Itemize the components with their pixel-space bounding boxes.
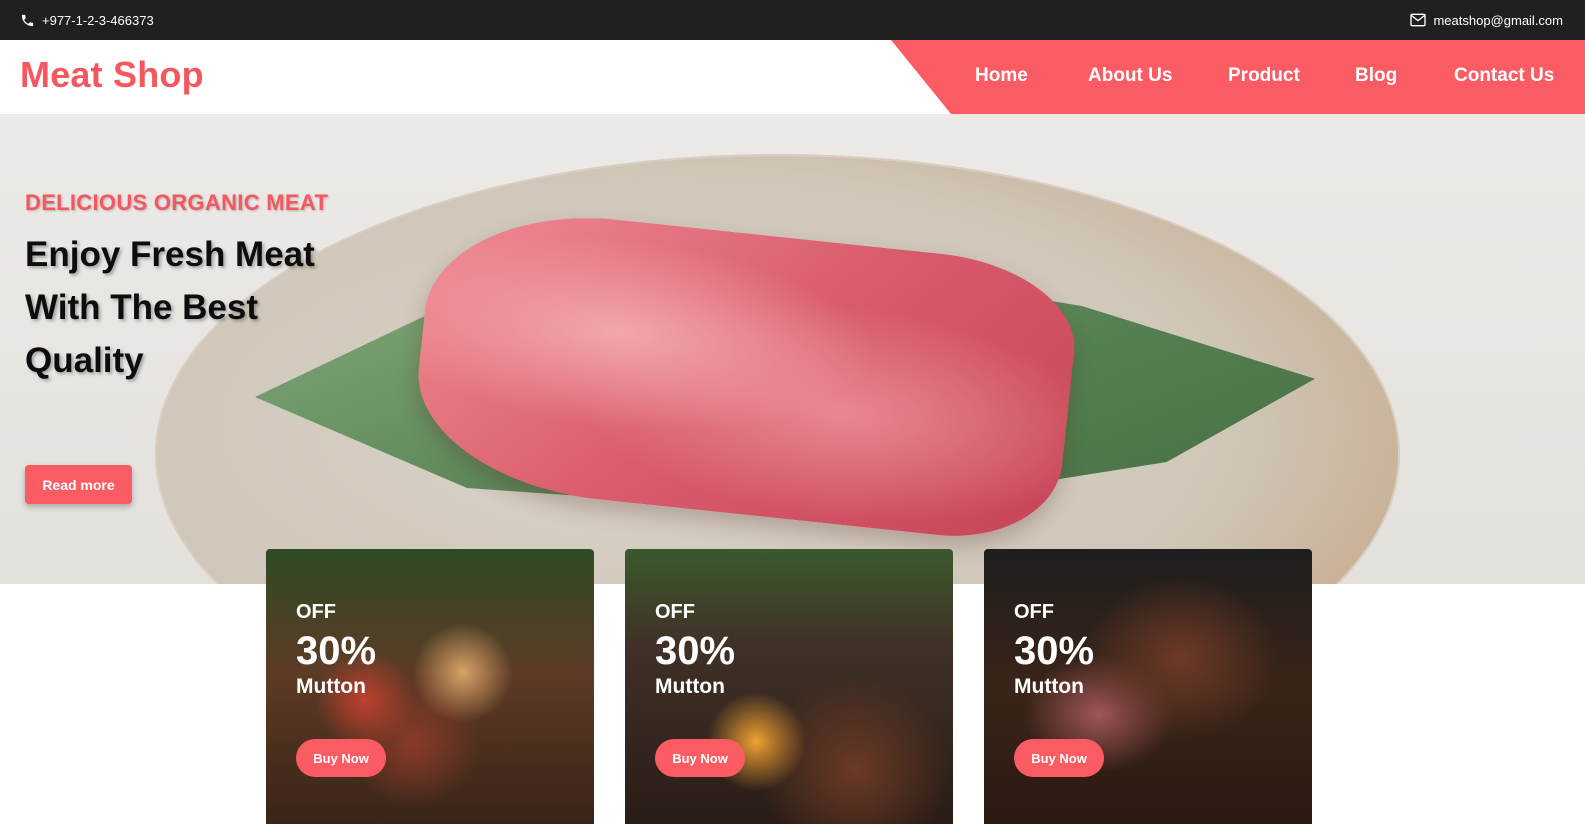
offer-discount: 30% [1014,629,1095,673]
offer-discount: 30% [296,629,377,673]
offer-label: OFF [1014,601,1054,623]
offer-card: OFF 30% Mutton Buy Now [625,549,953,824]
offer-card: OFF 30% Mutton Buy Now [266,549,594,824]
nav-home[interactable]: Home [975,65,1028,87]
offer-label: OFF [655,601,695,623]
nav-blog[interactable]: Blog [1355,65,1397,87]
top-contact-bar: +977-1-2-3-466373 meatshop@gmail.com [0,0,1585,40]
buy-now-button[interactable]: Buy Now [655,739,745,777]
offer-item: Mutton [1014,675,1084,698]
read-more-button[interactable]: Read more [25,465,132,504]
hero-banner: DELICIOUS ORGANIC MEAT Enjoy Fresh Meat … [0,114,1585,584]
phone-number: +977-1-2-3-466373 [42,12,154,28]
buy-now-button[interactable]: Buy Now [1014,739,1104,777]
phone-icon [20,13,35,28]
site-logo[interactable]: Meat Shop [20,54,204,96]
hero-title: Enjoy Fresh Meat With The Best Quality [25,235,315,380]
offer-card: OFF 30% Mutton Buy Now [984,549,1312,824]
nav-product[interactable]: Product [1228,65,1300,87]
hero-subtitle: DELICIOUS ORGANIC MEAT [25,190,329,215]
email-contact[interactable]: meatshop@gmail.com [1410,13,1563,28]
offer-label: OFF [296,601,336,623]
nav-contact-us[interactable]: Contact Us [1454,65,1554,87]
site-header: Meat Shop Home About Us Product Blog Con… [0,40,1585,114]
email-address: meatshop@gmail.com [1433,12,1563,28]
offer-item: Mutton [296,675,366,698]
offer-item: Mutton [655,675,725,698]
envelope-icon [1410,13,1427,27]
buy-now-button[interactable]: Buy Now [296,739,386,777]
offer-discount: 30% [655,629,736,673]
nav-about-us[interactable]: About Us [1088,65,1172,87]
phone-contact[interactable]: +977-1-2-3-466373 [20,13,154,28]
